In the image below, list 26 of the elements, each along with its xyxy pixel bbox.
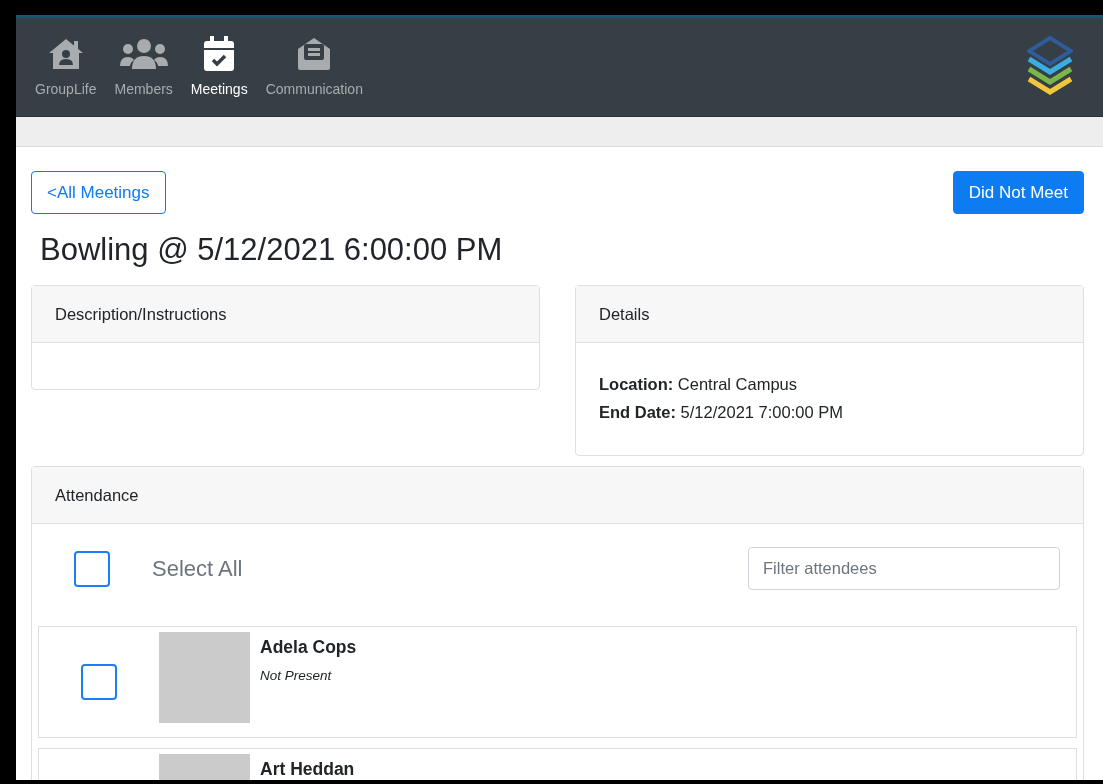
- attendee-row[interactable]: Adela Cops Not Present: [38, 626, 1077, 738]
- nav-item[interactable]: GroupLife: [26, 18, 106, 97]
- attendee-name: Adela Cops: [260, 637, 357, 658]
- attendance-status: Not Present: [260, 668, 333, 683]
- nav-item[interactable]: Communication: [256, 18, 372, 97]
- stacked-layers-logo: [1027, 34, 1073, 96]
- attendee-row[interactable]: Art Heddan: [38, 748, 1077, 780]
- filter-field[interactable]: Filter attendees: [748, 547, 1060, 590]
- envelope-icon: [296, 37, 333, 71]
- back-button[interactable]: <All Meetings: [31, 171, 166, 214]
- meeting-title: Bowling @ 5/12/2021 6:00:00 PM: [40, 232, 504, 268]
- checkbox[interactable]: [74, 550, 110, 587]
- did-not-meet-button[interactable]: Did Not Meet: [952, 171, 1084, 214]
- house-icon: [47, 38, 84, 70]
- detail-line: Location: Central Campus: [599, 374, 799, 395]
- card-header: Description/Instructions: [32, 286, 539, 343]
- nav-item[interactable]: Members: [105, 18, 182, 97]
- attendee-name: Art Heddan: [260, 759, 355, 780]
- checkbox[interactable]: [81, 664, 117, 700]
- card-header: Attendance: [32, 467, 1083, 524]
- calendar-check-icon: [203, 36, 236, 72]
- people-icon: [118, 38, 169, 70]
- select-all-label: Select All: [152, 555, 243, 582]
- nav-item[interactable]: Meetings: [181, 18, 257, 97]
- card-header: Details: [576, 286, 1083, 343]
- detail-line: End Date: 5/12/2021 7:00:00 PM: [599, 402, 844, 423]
